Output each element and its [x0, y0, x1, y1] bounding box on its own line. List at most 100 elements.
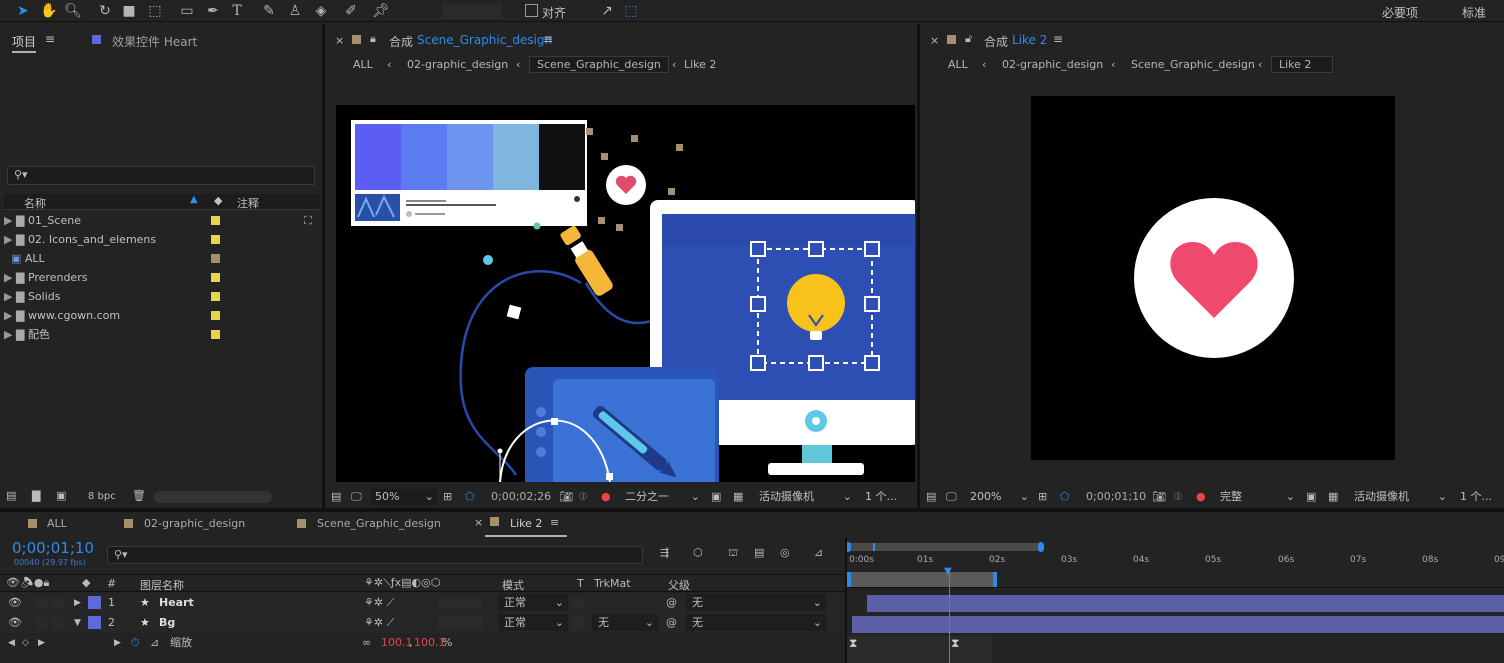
puppet-pin-tool-icon[interactable]: 📌︎ [372, 2, 390, 20]
breadcrumb-scene-graphic-design[interactable]: Scene_Graphic_design [529, 56, 669, 73]
channel-icon[interactable]: ● [601, 489, 611, 505]
hand-tool-icon[interactable]: ✋ [40, 2, 58, 20]
layer-row[interactable]: 👁︎ ▼ 2 ★ Bg ⚘✲ ⟋ 正常 ⌄ 无 ⌄ @ 无 ⌄ [0, 613, 845, 633]
workspace-standard[interactable]: 标准 [1462, 4, 1486, 21]
timeline-tab-scene[interactable]: Scene_Graphic_design [317, 517, 441, 530]
comp-canvas[interactable] [336, 105, 915, 482]
project-item[interactable]: ▣ ALL [4, 249, 304, 268]
monitor-icon[interactable]: 🖵︎ [946, 489, 957, 505]
mask-visibility-icon[interactable]: ⬠ [465, 489, 475, 505]
timeline-tab-graphic-design[interactable]: 02-graphic_design [144, 517, 245, 530]
breadcrumb-graphic-design[interactable]: 02-graphic_design [407, 58, 508, 71]
breadcrumb-all[interactable]: ALL [353, 58, 373, 71]
audio-switch[interactable] [36, 617, 48, 629]
parent-dropdown[interactable]: 无 ⌄ [686, 594, 826, 611]
pan-behind-tool-icon[interactable]: ⬚ [146, 2, 164, 20]
timeline-tab-all[interactable]: ALL [47, 517, 67, 530]
new-folder-icon[interactable]: ▇ [32, 489, 40, 502]
snapshot-icon[interactable]: 📷︎ [559, 489, 573, 505]
flowchart-icon[interactable]: ⛶ [304, 211, 312, 230]
preserve-transparency-box[interactable] [572, 597, 584, 609]
layer-name[interactable]: Heart [159, 593, 194, 613]
project-item[interactable]: ▶ ▇ Prerenders [4, 268, 304, 287]
motion-blur-icon[interactable]: ◎ [780, 546, 790, 559]
layer-label-color[interactable] [88, 616, 101, 629]
label-color[interactable] [211, 254, 220, 263]
project-item[interactable]: ▶ ▇ www.cgown.com [4, 306, 304, 325]
work-area-bar[interactable] [847, 572, 997, 587]
comp-tab-name[interactable]: Like 2 [1012, 33, 1047, 47]
layer-name[interactable]: Bg [159, 613, 175, 633]
magnification-dropdown[interactable]: 200% ⌄ [966, 489, 1032, 505]
scale-y-value[interactable]: 100.1 [414, 633, 446, 653]
rectangle-tool-icon[interactable]: ▭ [178, 2, 196, 20]
lock-switch[interactable] [52, 617, 64, 629]
mode-dropdown[interactable]: 正常 ⌄ [498, 614, 568, 631]
breadcrumb-like2[interactable]: Like 2 [1271, 56, 1333, 73]
switch-boxes[interactable] [438, 597, 482, 609]
channel-icon[interactable]: ● [1196, 489, 1206, 505]
eye-icon[interactable]: 👁︎ [8, 593, 22, 613]
layer-row[interactable]: 👁︎ ▶ 1 ★ Heart ⚘✲ ⟋ 正常 ⌄ @ 无 ⌄ [0, 593, 845, 613]
show-snapshot-icon[interactable]: ⦶ [1174, 489, 1182, 505]
safe-margins-icon[interactable]: ⊞ [443, 489, 452, 505]
panel-menu-icon[interactable]: ≡ [550, 516, 559, 529]
close-icon[interactable]: × [335, 34, 344, 47]
region-of-interest-icon[interactable]: ▣ [711, 489, 721, 505]
project-item[interactable]: ▶ ▇ Solids [4, 287, 304, 306]
shy-layers-icon[interactable]: ⛫ [728, 546, 738, 561]
label-tag-icon[interactable]: ◆ [214, 194, 222, 207]
playhead-icon[interactable]: ▼ [944, 566, 952, 577]
time-graph[interactable]: 0:00s 01s 02s 03s 04s 05s 06s 07s 08s 09… [845, 538, 1504, 663]
expand-arrow-icon[interactable]: ▶ [74, 593, 81, 613]
snap-grid-icon[interactable]: ⬚ [622, 2, 640, 20]
stopwatch-icon[interactable]: ⏱︎ [131, 633, 140, 653]
selection-tool-icon[interactable]: ➤ [14, 2, 32, 20]
label-color[interactable] [211, 292, 220, 301]
type-tool-icon[interactable]: T [228, 2, 246, 20]
resolution-dropdown[interactable]: 二分之一 ⌄ [621, 489, 703, 505]
property-row[interactable]: ◀ ◇ ▶ ▶ ⏱︎ ⊿ 缩放 ∞ 100.1 , 100.1 % [0, 633, 845, 653]
camera-dropdown[interactable]: 活动摄像机 ⌄ [755, 489, 855, 505]
brush-tool-icon[interactable]: ✎ [260, 2, 278, 20]
current-time-display[interactable]: 0;00;01;10 [1086, 489, 1146, 505]
tab-effect-controls[interactable]: 效果控件 Heart [112, 33, 197, 50]
views-dropdown[interactable]: 1 个... [865, 489, 897, 505]
close-icon[interactable]: × [474, 516, 483, 529]
panel-menu-icon[interactable]: ≡ [1053, 32, 1063, 46]
layer-label-color[interactable] [88, 596, 101, 609]
workspace-essentials[interactable]: 必要项 [1382, 4, 1418, 21]
project-scrollbar[interactable] [154, 491, 272, 503]
pickwhip-icon[interactable]: @ [666, 593, 677, 613]
keyframe-icon[interactable]: ⧗ [849, 636, 857, 651]
current-time-display[interactable]: 0;00;02;26 [491, 489, 551, 505]
bpc-button[interactable]: 8 bpc [88, 491, 116, 502]
project-search-input[interactable]: ⚲▾ [7, 166, 315, 185]
label-color[interactable] [211, 235, 220, 244]
prev-keyframe-icon[interactable]: ◀ [8, 633, 15, 653]
switch-boxes[interactable] [438, 617, 482, 629]
lock-switch[interactable] [52, 597, 64, 609]
collapse-arrow-icon[interactable]: ▼ [74, 613, 81, 633]
label-color[interactable] [211, 273, 220, 282]
scale-x-value[interactable]: 100.1 [381, 633, 413, 653]
transparency-grid-icon[interactable]: ▦ [733, 489, 743, 505]
always-preview-icon[interactable]: ▤ [331, 489, 341, 505]
pickwhip-icon[interactable]: @ [666, 613, 677, 633]
expand-arrow-icon[interactable]: ▶ [114, 633, 121, 653]
layer-switches[interactable]: ⚘✲ ⟋ [364, 613, 394, 633]
add-keyframe-icon[interactable]: ◇ [22, 633, 29, 653]
parent-dropdown[interactable]: 无 ⌄ [686, 614, 826, 631]
col-layer-name[interactable]: 图层名称 [140, 577, 184, 593]
draft-3d-icon[interactable]: ⬡ [693, 546, 703, 559]
graph-editor-icon[interactable]: ⊿ [814, 546, 823, 559]
panel-menu-icon[interactable]: ≡ [45, 32, 55, 46]
playhead-line[interactable] [949, 568, 950, 663]
snapshot-icon[interactable]: 📷︎ [1152, 489, 1166, 505]
close-icon[interactable]: × [930, 34, 939, 47]
next-keyframe-icon[interactable]: ▶ [38, 633, 45, 653]
monitor-icon[interactable]: 🖵︎ [351, 489, 362, 505]
breadcrumb-scene-graphic-design[interactable]: Scene_Graphic_design [1131, 58, 1255, 71]
time-navigator[interactable] [845, 542, 1044, 552]
trkmat-dropdown[interactable]: 无 ⌄ [592, 614, 658, 631]
